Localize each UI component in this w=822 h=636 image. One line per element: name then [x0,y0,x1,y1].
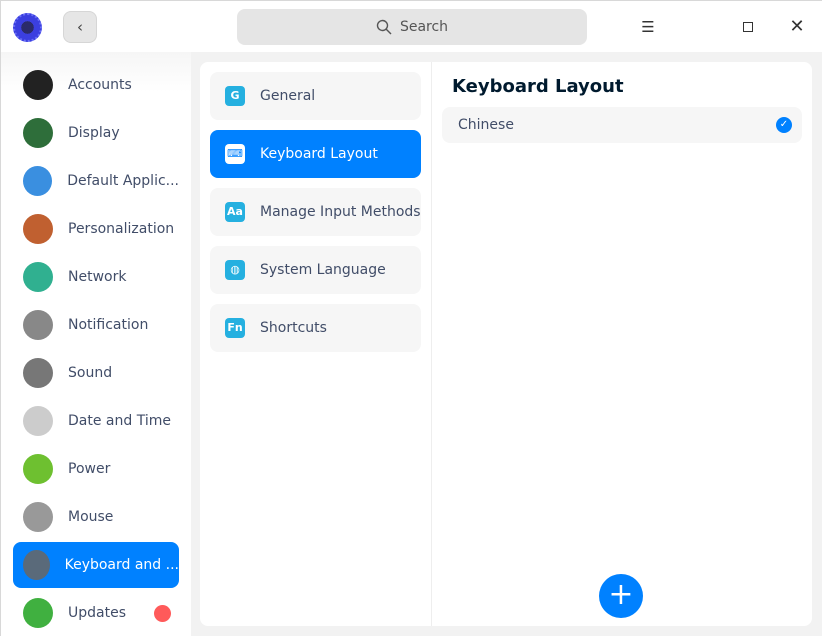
app-logo-icon [13,13,42,42]
sidebar-item-updates[interactable]: Updates [13,590,179,636]
sidebar-item-icon [23,118,53,148]
menu-item-manage-input-methods[interactable]: Aa Manage Input Methods [210,188,421,236]
sidebar-item-display[interactable]: Display [13,110,179,156]
sidebar-item-label: Mouse [68,509,114,525]
menu-item-icon: ⌨ [225,144,245,164]
back-button[interactable]: ‹ [63,11,97,43]
sidebar-item-notification[interactable]: Notification [13,302,179,348]
sidebar-item-label: Display [68,125,120,141]
menu-item-icon: Aa [225,202,245,222]
layout-item-chinese[interactable]: Chinese ✓ [442,107,802,143]
sidebar-item-label: Accounts [68,77,132,93]
sidebar-item-keyboard-and[interactable]: Keyboard and ... [13,542,179,588]
sidebar-item-icon [23,358,53,388]
close-icon[interactable]: ✕ [785,15,809,39]
sidebar-item-network[interactable]: Network [13,254,179,300]
sidebar-item-icon [23,310,53,340]
sidebar-item-icon [23,70,53,100]
sidebar: Accounts Display Default Applic... Personal… [1,52,191,636]
search-placeholder: Search [399,19,449,35]
sidebar-item-personalization[interactable]: Personalization [13,206,179,252]
titlebar: ‹ Search ☰ ✕ [1,1,822,52]
sidebar-item-icon [23,214,53,244]
sidebar-item-label: Power [68,461,111,477]
sidebar-item-label: Updates [68,605,126,621]
sidebar-item-sound[interactable]: Sound [13,350,179,396]
sidebar-item-icon [23,502,53,532]
divider [431,62,432,626]
sidebar-item-label: Default Applic... [67,173,179,189]
menu-item-general[interactable]: G General [210,72,421,120]
sidebar-item-date-and-time[interactable]: Date and Time [13,398,179,444]
layout-label: Chinese [458,117,514,133]
sidebar-item-icon [23,550,50,580]
menu-item-label: Shortcuts [260,320,327,336]
panel: G General ⌨ Keyboard Layout Aa Manage Input M… [200,62,812,626]
menu-item-label: Manage Input Methods [260,204,421,220]
sidebar-item-label: Notification [68,317,149,333]
menu-icon[interactable]: ☰ [636,15,660,39]
window: ‹ Search ☰ ✕ Accounts Display Default Appl… [0,0,822,636]
menu-item-label: General [260,88,316,104]
sidebar-item-label: Date and Time [68,413,171,429]
menu-item-shortcuts[interactable]: Fn Shortcuts [210,304,421,352]
sidebar-item-icon [23,262,53,292]
add-layout-button[interactable]: + [599,574,643,618]
search-input[interactable]: Search [237,9,587,45]
sidebar-item-label: Personalization [68,221,175,237]
sidebar-item-label: Keyboard and ... [64,557,179,573]
sidebar-item-icon [23,454,53,484]
maximize-icon[interactable] [736,15,760,39]
sidebar-item-icon [23,598,53,628]
sidebar-item-accounts[interactable]: Accounts [13,62,179,108]
sidebar-item-mouse[interactable]: Mouse [13,494,179,540]
search-icon [376,19,392,35]
menu-item-system-language[interactable]: ◍ System Language [210,246,421,294]
check-icon: ✓ [776,117,792,133]
sidebar-item-label: Network [68,269,127,285]
page-title: Keyboard Layout [452,76,624,97]
menu-item-icon: Fn [225,318,245,338]
sidebar-item-icon [23,166,53,196]
menu-item-label: System Language [260,262,386,278]
content: G General ⌨ Keyboard Layout Aa Manage Input M… [191,52,822,636]
menu-item-keyboard-layout[interactable]: ⌨ Keyboard Layout [210,130,421,178]
sidebar-item-default-applic[interactable]: Default Applic... [13,158,179,204]
sidebar-item-icon [23,406,53,436]
update-badge [154,605,171,622]
menu-item-icon: G [225,86,245,106]
sidebar-item-label: Sound [68,365,113,381]
menu-item-label: Keyboard Layout [260,146,378,162]
sidebar-item-power[interactable]: Power [13,446,179,492]
menu-item-icon: ◍ [225,260,245,280]
